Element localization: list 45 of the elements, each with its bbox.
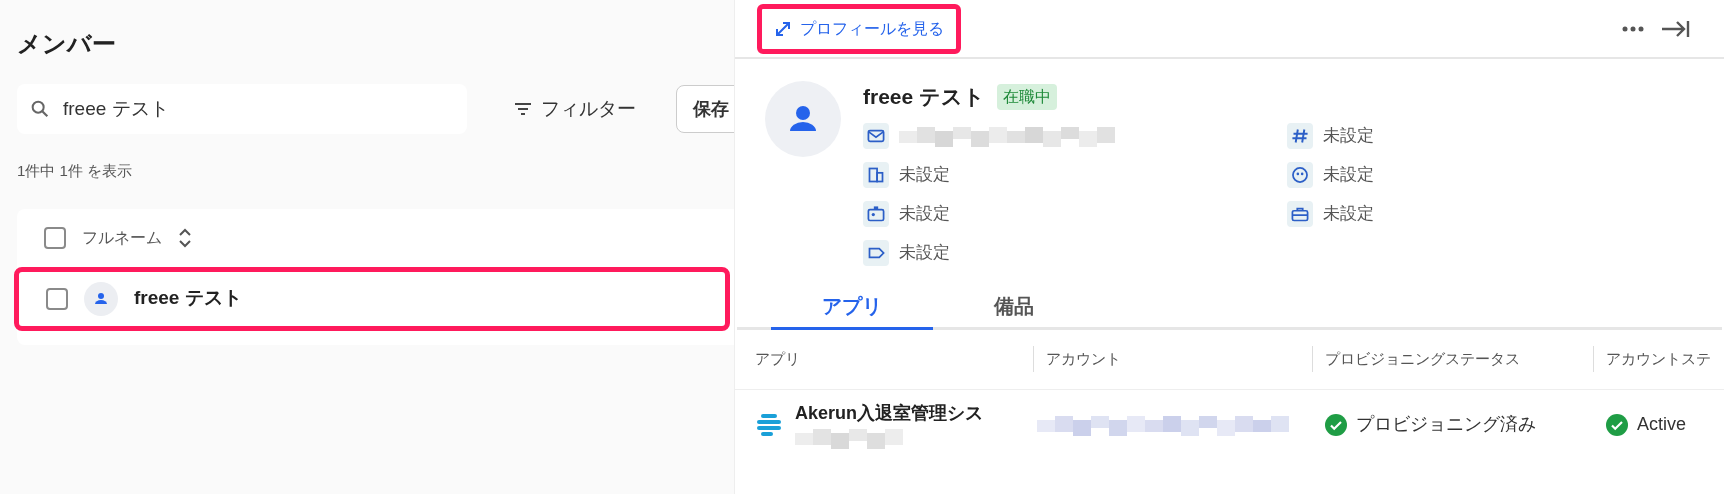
result-count: 1件中 1件 を表示: [17, 161, 133, 181]
field-value: 未設定: [899, 202, 950, 225]
check-circle-icon: [1605, 412, 1629, 437]
tab[interactable]: 備品: [933, 285, 1095, 330]
search-field[interactable]: freee テスト: [17, 84, 467, 134]
app-name: Akerun入退室管理シス: [795, 402, 983, 425]
building-icon: [863, 161, 889, 188]
sort-icon: [178, 227, 192, 248]
view-profile-link[interactable]: プロフィールを見る: [757, 3, 961, 54]
expand-icon: [774, 19, 792, 38]
field-value: 未設定: [899, 163, 950, 186]
field-value: 未設定: [1323, 124, 1374, 147]
checkbox[interactable]: [44, 226, 66, 249]
search-input[interactable]: freee テスト: [63, 94, 443, 124]
profile-name: freee テスト: [863, 84, 986, 110]
face-icon: [1287, 161, 1313, 188]
column-header[interactable]: フルネーム: [82, 225, 162, 250]
more-icon[interactable]: [1622, 25, 1644, 32]
account-status: Active: [1637, 413, 1687, 436]
field-value: 未設定: [1323, 163, 1374, 186]
saved-button[interactable]: 保存: [676, 85, 734, 133]
column-header: アカウントステ: [1606, 348, 1711, 369]
column-header: プロビジョニングステータス: [1325, 348, 1520, 369]
hash-icon: [1287, 122, 1313, 149]
page-title: メンバー: [17, 29, 116, 59]
briefcase-icon: [1287, 200, 1313, 227]
id-card-icon: [863, 200, 889, 227]
tab[interactable]: アプリ: [771, 285, 933, 330]
field-value: 未設定: [1323, 202, 1374, 225]
status-badge: 在職中: [997, 83, 1058, 110]
checkbox[interactable]: [46, 287, 68, 310]
filter-button[interactable]: フィルター: [505, 86, 644, 132]
member-name: freee テスト: [134, 286, 242, 311]
provisioning-status: プロビジョニング済み: [1356, 413, 1536, 436]
check-circle-icon: [1324, 412, 1348, 437]
member-row[interactable]: freee テスト: [14, 266, 730, 331]
mail-icon: [863, 122, 889, 149]
tag-icon: [863, 239, 889, 266]
field-value: 未設定: [899, 241, 950, 264]
column-header: アカウント: [1046, 348, 1121, 369]
avatar-icon: [84, 281, 118, 316]
column-header: アプリ: [755, 348, 800, 369]
avatar-icon: [765, 81, 841, 157]
search-icon: [29, 98, 51, 120]
filter-icon: [513, 101, 533, 117]
